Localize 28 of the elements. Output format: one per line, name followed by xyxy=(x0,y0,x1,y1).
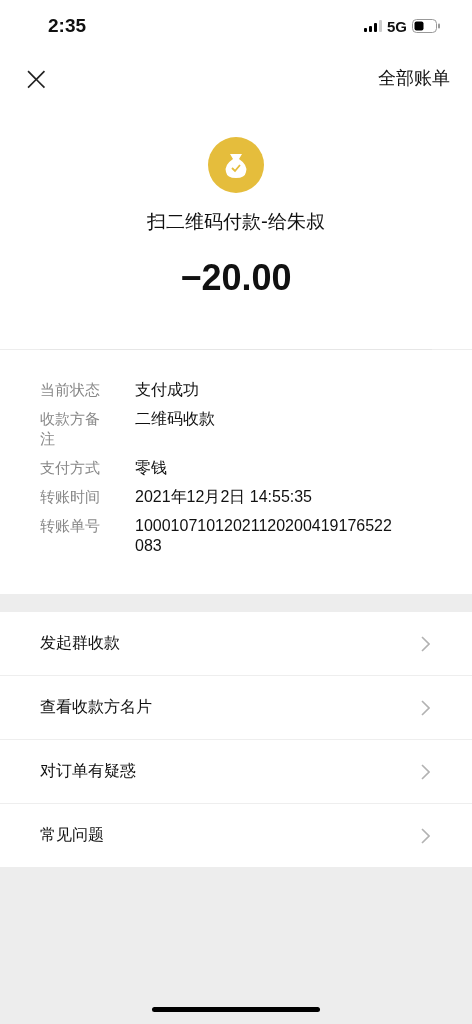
menu-item[interactable]: 常见问题 xyxy=(0,804,472,867)
money-bag-icon xyxy=(208,137,264,193)
chevron-right-icon xyxy=(421,635,430,652)
payment-title: 扫二维码付款-给朱叔 xyxy=(147,209,325,234)
detail-label: 收款方备注 xyxy=(40,409,101,449)
detail-value: 二维码收款 xyxy=(135,409,216,429)
detail-label: 支付方式 xyxy=(40,458,101,478)
signal-icon xyxy=(364,20,382,32)
chevron-right-icon xyxy=(421,827,430,844)
detail-value: 2021年12月2日 14:55:35 xyxy=(135,487,313,507)
detail-label: 转账单号 xyxy=(40,516,101,536)
close-button[interactable]: × xyxy=(18,61,55,95)
chevron-right-icon xyxy=(421,763,430,780)
battery-icon xyxy=(412,19,440,33)
detail-label: 转账时间 xyxy=(40,487,101,507)
amount: −20.00 xyxy=(180,257,292,299)
menu-item[interactable]: 发起群收款 xyxy=(0,612,472,676)
all-bills-link[interactable]: 全部账单 xyxy=(378,66,450,90)
menu-item[interactable]: 查看收款方名片 xyxy=(0,676,472,740)
detail-value: 支付成功 xyxy=(135,380,200,400)
home-indicator[interactable] xyxy=(152,1007,320,1012)
detail-label: 当前状态 xyxy=(40,380,101,400)
menu-item[interactable]: 对订单有疑惑 xyxy=(0,740,472,804)
detail-value: 10001071012021120200419176522083 xyxy=(135,516,393,556)
network-label: 5G xyxy=(387,17,407,35)
chevron-right-icon xyxy=(421,699,430,716)
status-time: 2:35 xyxy=(48,15,87,37)
detail-value: 零钱 xyxy=(135,458,168,478)
